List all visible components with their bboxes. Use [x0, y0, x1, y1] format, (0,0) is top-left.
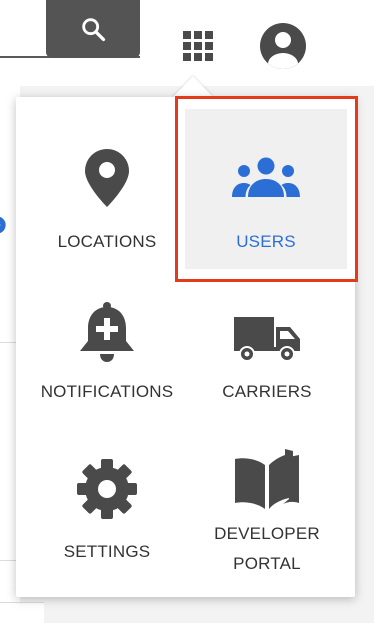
- account-circle-icon: [259, 22, 307, 70]
- apps-grid-button[interactable]: [180, 28, 216, 64]
- book-icon: [233, 439, 301, 509]
- menu-item-settings[interactable]: SETTINGS: [46, 455, 168, 585]
- menu-item-developer-portal[interactable]: DEVELOPER PORTAL: [198, 439, 336, 589]
- truck-icon: [232, 297, 302, 363]
- menu-item-users[interactable]: USERS: [185, 109, 347, 269]
- bell-plus-icon: [77, 297, 137, 363]
- menu-item-label: SETTINGS: [64, 537, 151, 567]
- menu-item-label: USERS: [236, 227, 296, 257]
- menu-item-label: DEVELOPER PORTAL: [214, 519, 320, 579]
- location-pin-icon: [83, 109, 131, 211]
- label-line-2: PORTAL: [233, 554, 301, 573]
- menu-item-label: CARRIERS: [222, 377, 311, 407]
- search-icon: [79, 15, 107, 43]
- menu-item-notifications[interactable]: NOTIFICATIONS: [32, 297, 182, 427]
- account-button[interactable]: [259, 22, 307, 70]
- menu-item-label: NOTIFICATIONS: [41, 377, 174, 407]
- popup-arrow: [172, 76, 214, 98]
- search-button[interactable]: [46, 0, 140, 58]
- background-card: [0, 602, 44, 623]
- menu-item-label: LOCATIONS: [58, 227, 157, 257]
- menu-item-locations[interactable]: LOCATIONS: [36, 109, 178, 269]
- apps-grid-icon: [180, 28, 216, 64]
- label-line-1: DEVELOPER: [214, 524, 320, 543]
- apps-menu-popup: LOCATIONS USERS NOTIFICATIONS: [16, 97, 355, 597]
- partial-gear-icon: [0, 212, 10, 238]
- menu-item-carriers[interactable]: CARRIERS: [198, 297, 336, 427]
- gear-icon: [75, 455, 139, 521]
- users-group-icon: [232, 109, 300, 199]
